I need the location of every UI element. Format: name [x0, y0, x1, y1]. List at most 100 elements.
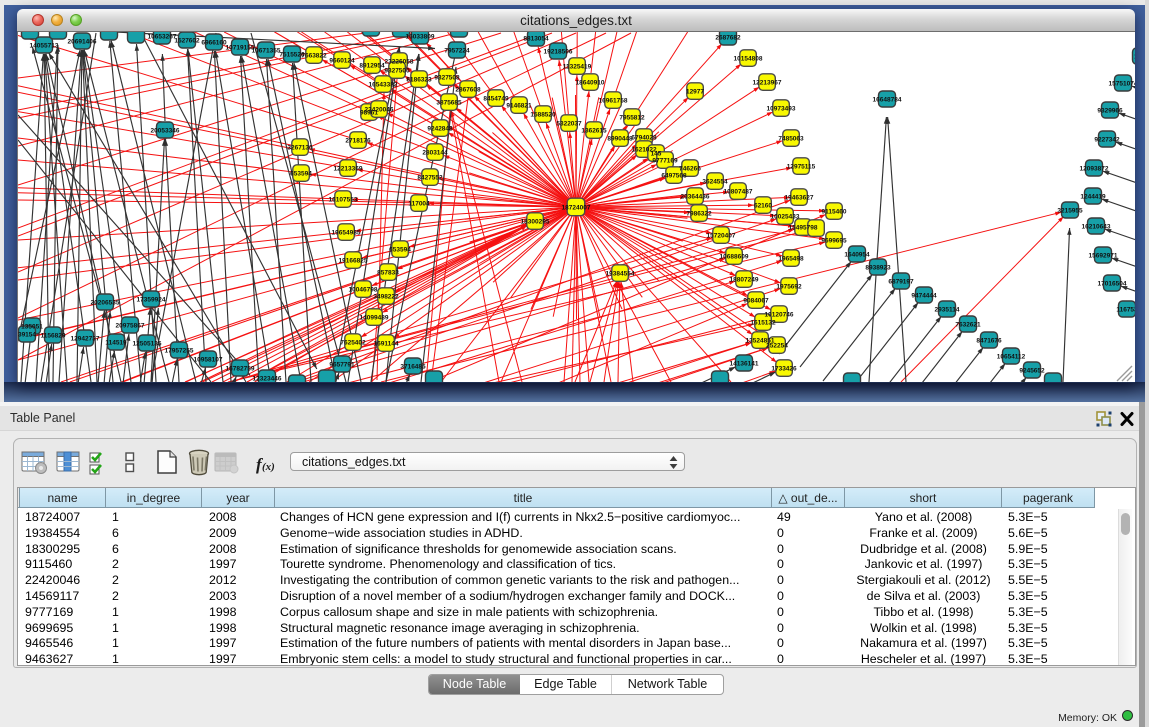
svg-text:10688609: 10688609	[720, 254, 749, 261]
svg-text:10973493: 10973493	[767, 106, 796, 113]
svg-text:14055713: 14055713	[30, 43, 59, 50]
svg-text:19384554: 19384554	[606, 271, 635, 278]
svg-text:9245652: 9245652	[1019, 368, 1045, 375]
svg-text:2687682: 2687682	[715, 35, 741, 42]
svg-text:12323446: 12323446	[253, 376, 282, 383]
svg-text:10654112: 10654112	[997, 354, 1026, 361]
svg-text:12213967: 12213967	[753, 80, 782, 87]
svg-text:6879197: 6879197	[888, 279, 914, 286]
svg-text:9699695: 9699695	[821, 238, 847, 245]
svg-text:7986322: 7986322	[686, 211, 712, 218]
svg-text:19463627: 19463627	[785, 195, 814, 202]
svg-text:7663822: 7663822	[301, 53, 327, 60]
svg-text:8471676: 8471676	[976, 338, 1002, 345]
svg-text:62160: 62160	[754, 203, 772, 210]
svg-text:3215955: 3215955	[1057, 208, 1083, 215]
svg-text:10958107: 10958107	[194, 357, 223, 364]
svg-text:1640954: 1640954	[844, 252, 870, 259]
svg-text:3267130: 3267130	[287, 145, 313, 152]
svg-text:2803144: 2803144	[422, 150, 448, 157]
svg-text:14099489: 14099489	[360, 315, 389, 322]
svg-text:12975115: 12975115	[787, 164, 816, 171]
svg-text:114519: 114519	[105, 340, 127, 347]
svg-text:9474444: 9474444	[911, 293, 937, 300]
svg-text:10025433: 10025433	[771, 214, 800, 221]
svg-text:10719155: 10719155	[226, 45, 255, 52]
svg-text:10120746: 10120746	[765, 312, 794, 319]
svg-text:15751074: 15751074	[1109, 81, 1135, 88]
svg-text:17016504: 17016504	[1098, 281, 1127, 288]
svg-text:145: 145	[651, 151, 662, 158]
svg-text:17957255: 17957255	[165, 348, 194, 355]
svg-text:7485063: 7485063	[778, 136, 804, 143]
svg-text:1588520: 1588520	[530, 112, 556, 119]
svg-text:9242848: 9242848	[427, 126, 453, 133]
svg-text:23420046: 23420046	[365, 107, 394, 114]
svg-text:9657791: 9657791	[329, 362, 355, 369]
svg-text:19166825: 19166825	[339, 258, 368, 265]
svg-text:8938923: 8938923	[865, 265, 891, 272]
svg-text:857833: 857833	[377, 270, 399, 277]
svg-text:116753: 116753	[1116, 307, 1135, 314]
svg-text:12942737: 12942737	[71, 336, 100, 343]
svg-text:16210643: 16210643	[1082, 224, 1111, 231]
svg-text:1733426: 1733426	[771, 366, 797, 373]
svg-text:11325419: 11325419	[563, 64, 592, 71]
svg-text:16543382: 16543382	[369, 82, 398, 89]
svg-text:135051: 135051	[21, 324, 43, 331]
svg-text:653594: 653594	[290, 171, 312, 178]
svg-text:1527602: 1527602	[174, 38, 200, 45]
svg-text:9146821: 9146821	[506, 103, 532, 110]
svg-text:7957224: 7957224	[444, 48, 470, 55]
svg-text:19654985: 19654985	[332, 230, 361, 237]
svg-text:16782759: 16782759	[226, 366, 255, 373]
svg-text:14136141: 14136141	[730, 361, 759, 368]
svg-text:1156829: 1156829	[41, 333, 66, 340]
svg-text:20053346: 20053346	[151, 128, 180, 135]
svg-text:7955812: 7955812	[619, 115, 645, 122]
svg-text:6497568: 6497568	[661, 173, 687, 180]
svg-text:2718176: 2718176	[345, 138, 371, 145]
svg-text:9327508: 9327508	[434, 75, 460, 82]
svg-text:8912954: 8912954	[359, 63, 385, 70]
svg-text:17359924: 17359924	[137, 297, 166, 304]
svg-text:3875685: 3875685	[436, 100, 462, 107]
svg-text:1117: 1117	[1134, 54, 1135, 61]
svg-text:15720407: 15720407	[707, 233, 736, 240]
svg-text:5322037: 5322037	[556, 121, 582, 128]
svg-text:18300295: 18300295	[521, 219, 550, 226]
svg-text:15495798: 15495798	[789, 225, 818, 232]
svg-text:9115460: 9115460	[822, 209, 847, 216]
svg-text:8454749: 8454749	[483, 96, 509, 103]
svg-text:15692971: 15692971	[1089, 253, 1118, 260]
svg-text:6794028: 6794028	[631, 135, 657, 142]
svg-text:9327500: 9327500	[384, 68, 410, 75]
svg-text:8427552: 8427552	[417, 175, 443, 182]
svg-text:6966160: 6966160	[201, 40, 227, 47]
svg-text:252254: 252254	[766, 343, 788, 350]
svg-text:12505135: 12505135	[133, 341, 162, 348]
svg-text:9660124: 9660124	[329, 58, 355, 65]
svg-text:12093872: 12093872	[1080, 166, 1109, 173]
svg-text:39154: 39154	[18, 332, 36, 339]
svg-text:9329966: 9329966	[1097, 108, 1123, 115]
svg-text:7625402: 7625402	[340, 340, 366, 347]
svg-text:1965498: 1965498	[778, 256, 804, 263]
svg-text:117004: 117004	[408, 201, 430, 208]
svg-text:16961758: 16961758	[599, 98, 628, 105]
svg-text:3624554: 3624554	[702, 179, 728, 186]
svg-text:3716485: 3716485	[400, 364, 426, 371]
svg-text:1615132: 1615132	[750, 320, 776, 327]
svg-text:1691144: 1691144	[374, 341, 399, 348]
svg-text:3498222: 3498222	[373, 294, 399, 301]
svg-text:23226058: 23226058	[385, 59, 414, 66]
svg-text:16033809: 16033809	[406, 34, 435, 41]
svg-text:20206535: 20206535	[91, 300, 120, 307]
svg-text:16648784: 16648784	[873, 97, 902, 104]
svg-text:8186323: 8186323	[406, 77, 432, 84]
svg-text:20364436: 20364436	[681, 194, 710, 201]
svg-text:10807487: 10807487	[724, 189, 753, 196]
svg-text:653594: 653594	[389, 247, 411, 254]
svg-text:10046798: 10046798	[349, 287, 378, 294]
svg-text:18807249: 18807249	[730, 277, 759, 284]
